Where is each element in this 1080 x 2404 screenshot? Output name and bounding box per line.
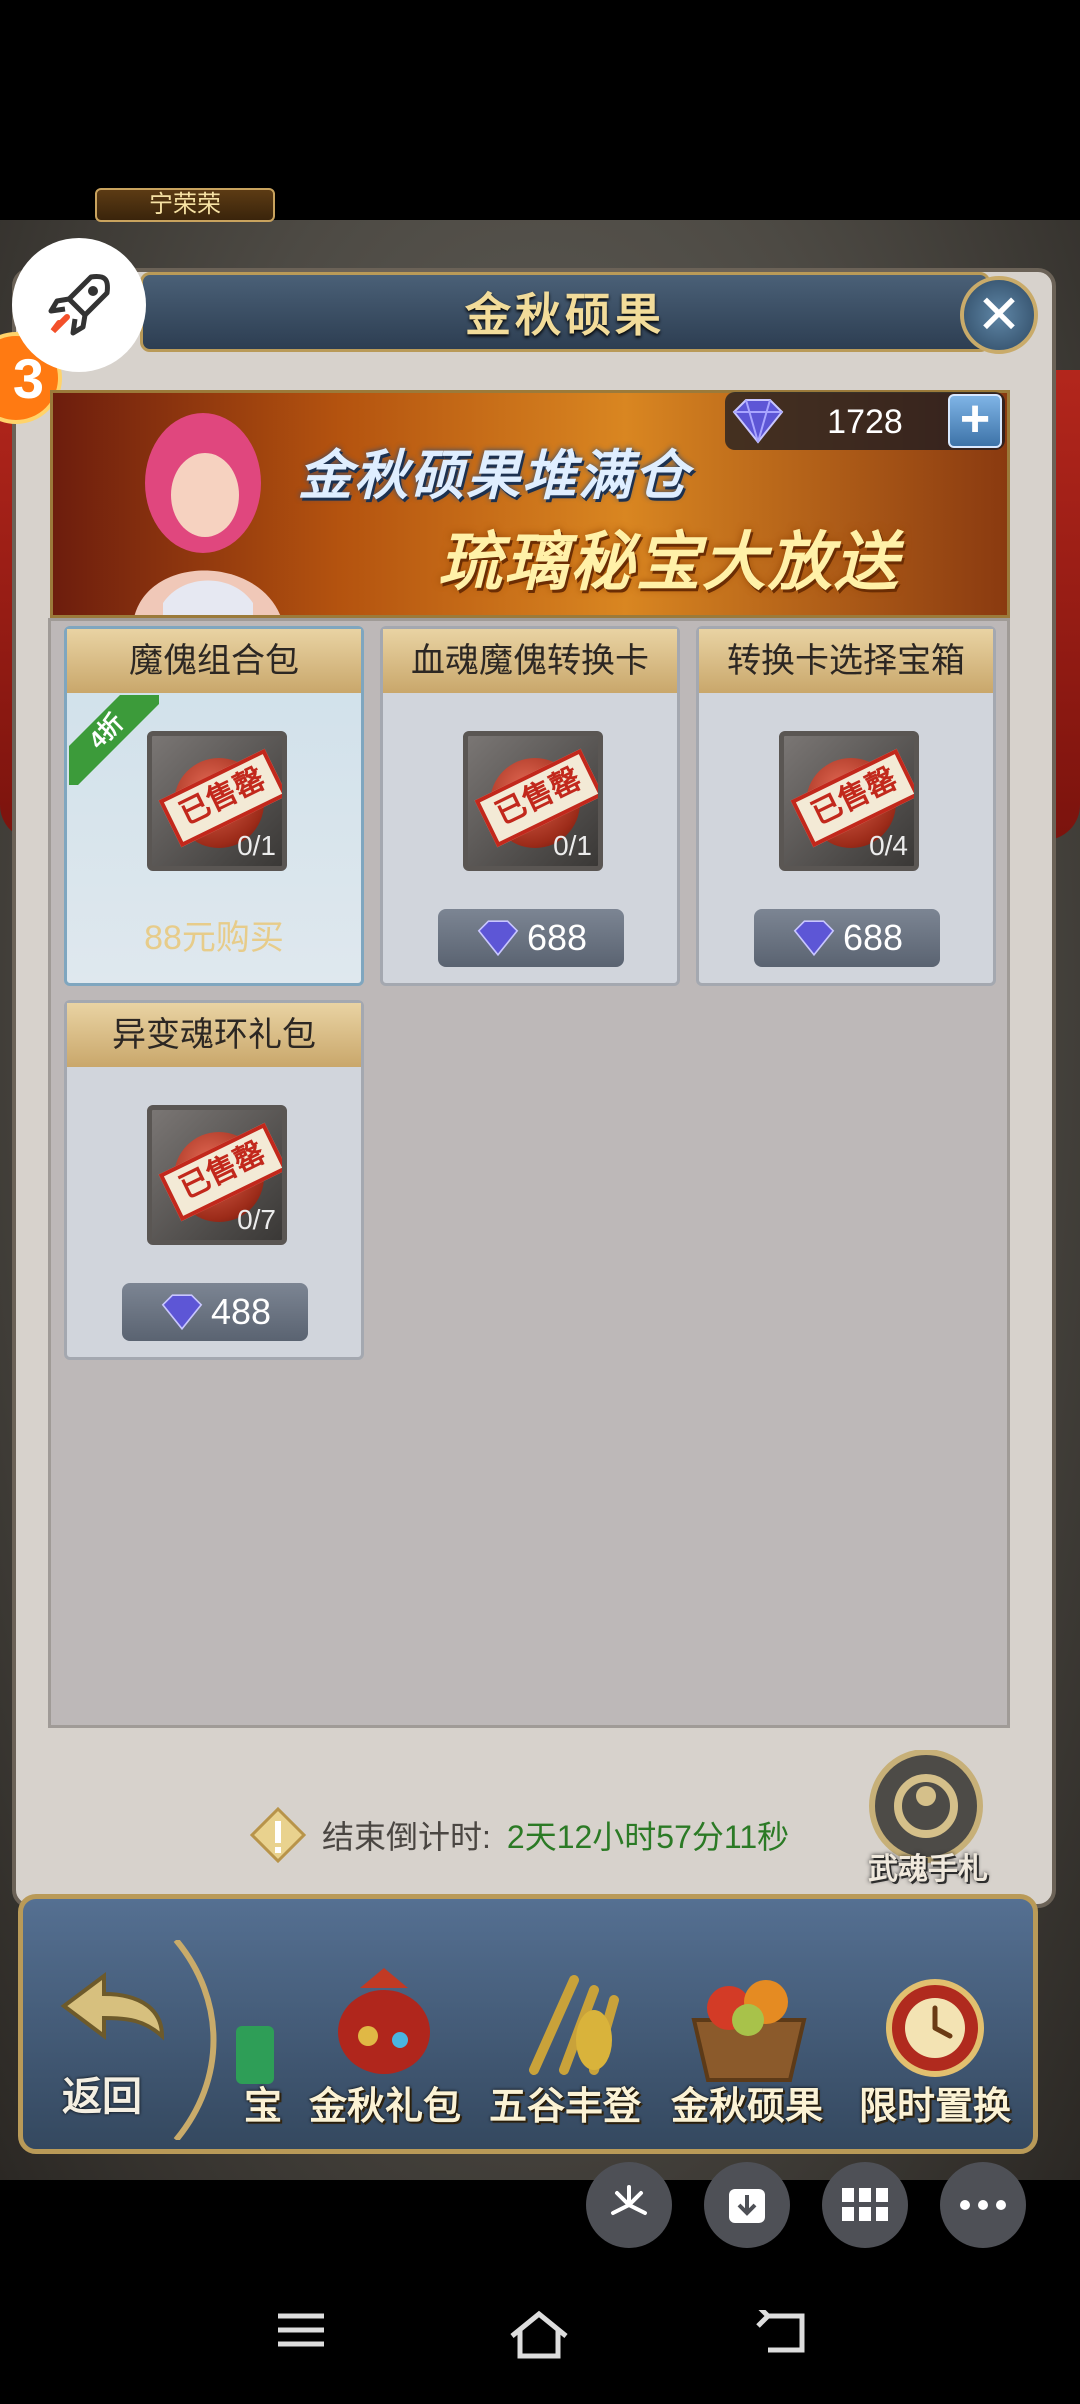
diamond-icon	[161, 1294, 203, 1331]
back-arrow-icon[interactable]	[44, 1966, 174, 2066]
add-currency-button[interactable]: +	[948, 393, 1002, 448]
banner-subheadline: 琉璃秘宝大放送	[438, 526, 900, 598]
screen: 金秋硕果 ✕ 3 金秋硕果堆满仓 琉璃秘宝大放送 宁荣荣 1728 + 魔傀组合…	[0, 0, 1080, 2404]
rocket-button[interactable]	[12, 238, 146, 372]
item-title: 异变魂环礼包	[67, 1003, 361, 1067]
title-bar: 金秋硕果	[140, 272, 990, 352]
tab-label: 宝	[243, 2086, 282, 2128]
discount-ribbon: 4折	[69, 695, 159, 785]
item-card[interactable]: 转换卡选择宝箱 已售罄 0/4 688	[696, 626, 996, 986]
menu-icon[interactable]	[276, 2310, 326, 2350]
item-icon: 已售罄 0/4	[779, 731, 919, 871]
item-icon: 已售罄 0/7	[147, 1105, 287, 1245]
item-title: 血魂魔傀转换卡	[383, 629, 677, 693]
banner-headline: 金秋硕果堆满仓	[298, 446, 690, 506]
download-icon	[729, 2189, 765, 2223]
wuhun-gift-label: 武魂手札	[868, 1853, 988, 1886]
grid-icon	[842, 2188, 888, 2221]
character-name: 宁荣荣	[95, 188, 275, 222]
diamond-icon	[793, 920, 835, 957]
tab-golden-harvest-active[interactable]: 金秋硕果	[662, 1960, 832, 2140]
gift-bag-icon	[338, 1968, 430, 2074]
item-card[interactable]: 异变魂环礼包 已售罄 0/7 488	[64, 1000, 364, 1360]
close-icon: ✕	[976, 285, 1022, 345]
dialog-title: 金秋硕果	[465, 290, 665, 341]
more-button[interactable]	[940, 2162, 1026, 2248]
download-button[interactable]	[704, 2162, 790, 2248]
item-title: 魔傀组合包	[67, 629, 361, 693]
grid-button[interactable]	[822, 2162, 908, 2248]
back-button-label[interactable]: 返回	[62, 2064, 142, 2122]
stock-count: 0/7	[237, 1204, 276, 1235]
item-card[interactable]: 魔傀组合包 4折 已售罄 0/1 88元购买	[64, 626, 364, 986]
countdown-label: 结束倒计时:	[322, 1819, 491, 1855]
item-card[interactable]: 血魂魔傀转换卡 已售罄 0/1 688	[380, 626, 680, 986]
price-button[interactable]: 488	[122, 1283, 308, 1341]
diamond-icon	[477, 920, 519, 957]
price-button[interactable]: 688	[754, 909, 940, 967]
tab-label: 金秋礼包	[308, 2086, 461, 2128]
item-title: 转换卡选择宝箱	[699, 629, 993, 693]
price-value: 688	[842, 917, 904, 958]
tab-partial[interactable]: 宝	[200, 1960, 290, 2140]
currency-value: 1728	[827, 403, 903, 441]
back-icon[interactable]	[754, 2310, 806, 2354]
price-value: 488	[210, 1291, 272, 1332]
tab-harvest[interactable]: 五谷丰登	[480, 1960, 650, 2140]
pinwheel-button[interactable]	[586, 2162, 672, 2248]
more-icon	[960, 2200, 1006, 2210]
rocket-icon	[48, 274, 110, 336]
pinwheel-icon	[611, 2185, 647, 2215]
wheat-icon	[529, 1975, 619, 2075]
stock-count: 0/4	[869, 830, 908, 861]
discount-label: 4折	[69, 695, 159, 785]
diamond-icon	[732, 399, 784, 444]
item-icon: 已售罄 0/1	[147, 731, 287, 871]
price-label: 88元购买	[144, 919, 284, 957]
warning-icon	[250, 1807, 306, 1863]
countdown: 结束倒计时: 2天12小时57分11秒	[250, 1805, 789, 1865]
plus-icon: +	[959, 390, 991, 448]
tab-timed-exchange[interactable]: 限时置换	[850, 1960, 1020, 2140]
tab-golden-gift[interactable]: 金秋礼包	[300, 1960, 470, 2140]
price-button[interactable]: 688	[438, 909, 624, 967]
tab-label: 金秋硕果	[670, 2086, 823, 2128]
item-icon: 已售罄 0/1	[463, 731, 603, 871]
price-value: 688	[526, 917, 588, 958]
tab-label: 五谷丰登	[488, 2086, 641, 2128]
tab-label: 限时置换	[858, 2086, 1011, 2128]
home-icon[interactable]	[508, 2310, 570, 2360]
character-portrait	[134, 413, 280, 615]
clock-icon	[886, 1979, 984, 2077]
countdown-value: 2天12小时57分11秒	[506, 1819, 790, 1855]
close-button[interactable]: ✕	[960, 276, 1038, 354]
stock-count: 0/1	[237, 830, 276, 861]
fruit-basket-icon	[691, 1980, 807, 2082]
stock-count: 0/1	[553, 830, 592, 861]
